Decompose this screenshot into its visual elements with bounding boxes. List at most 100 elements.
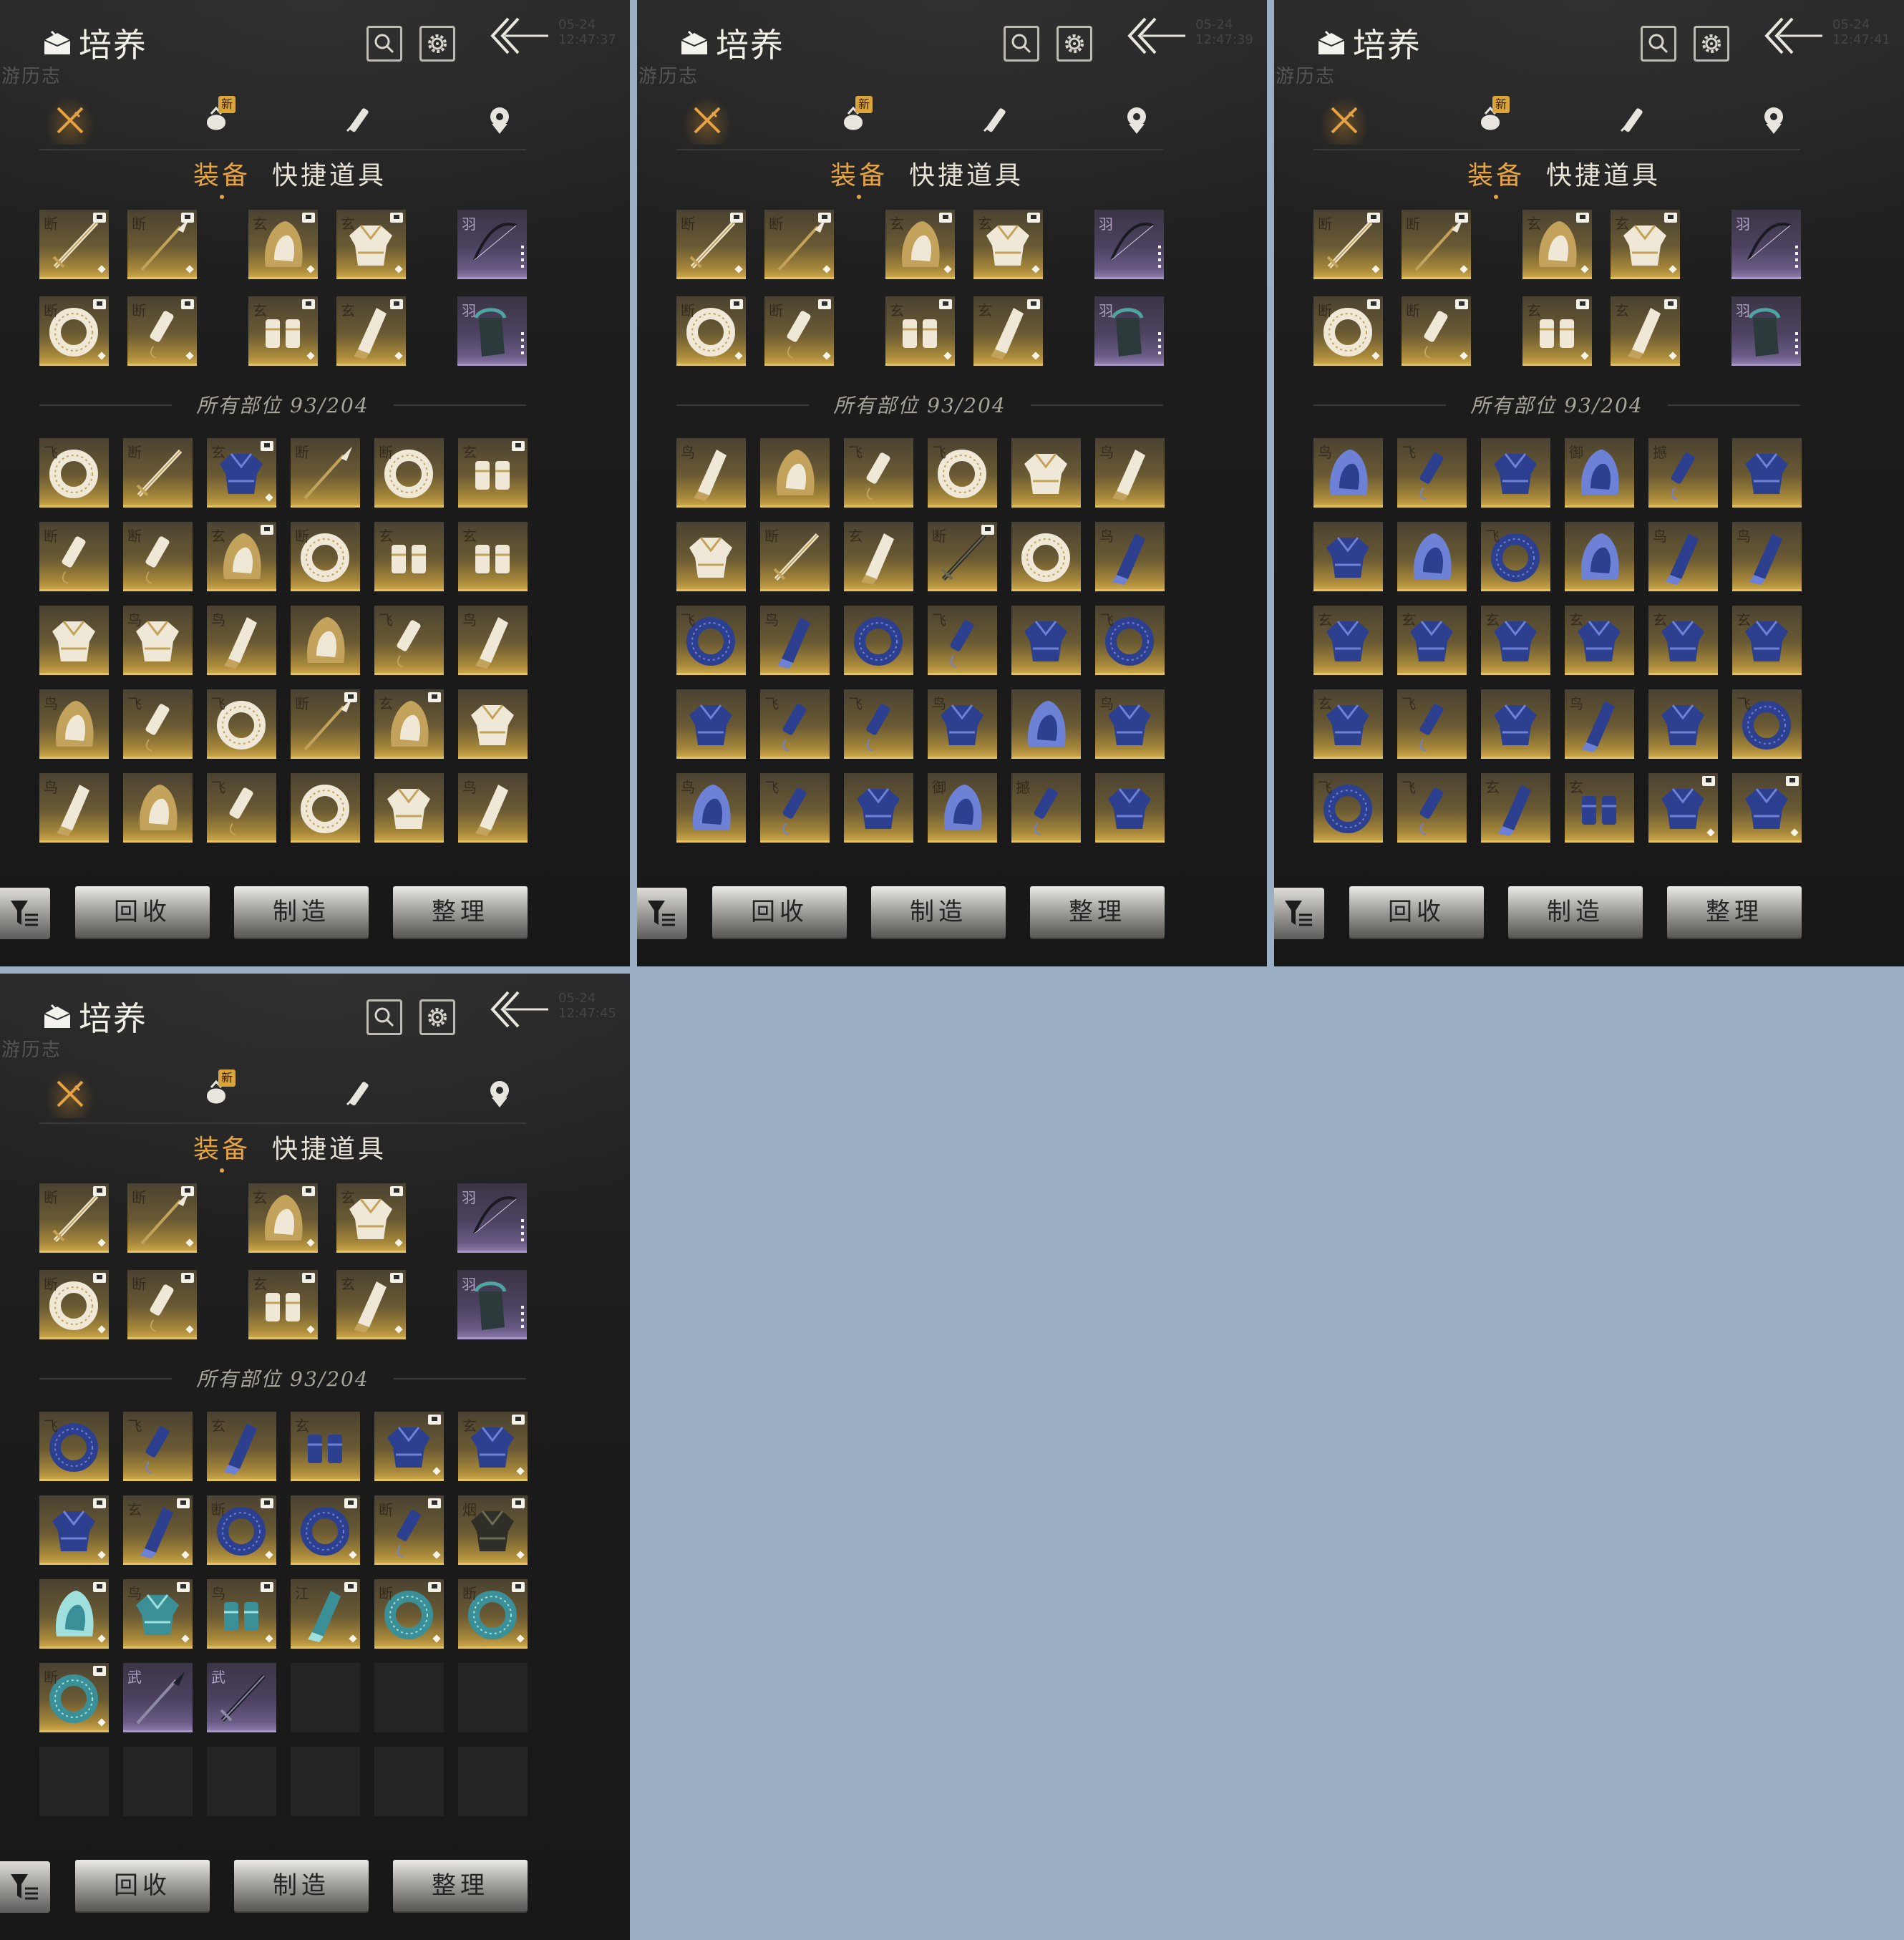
empty-slot[interactable] bbox=[458, 1747, 528, 1816]
recycle-button[interactable]: 回收 bbox=[75, 1860, 210, 1911]
item-slot[interactable]: 断 bbox=[928, 522, 997, 591]
item-slot[interactable]: 撼 bbox=[1011, 773, 1081, 843]
item-slot[interactable]: 飞 bbox=[123, 689, 193, 759]
equipped-slot[interactable]: 断 bbox=[39, 296, 109, 366]
tab-tokens[interactable] bbox=[475, 1070, 525, 1118]
equipped-slot[interactable]: 玄 bbox=[248, 296, 318, 366]
empty-slot[interactable] bbox=[207, 1747, 276, 1816]
equipped-slot[interactable]: 羽 bbox=[1731, 210, 1801, 279]
item-slot[interactable]: 玄 bbox=[207, 438, 276, 508]
item-slot[interactable] bbox=[1648, 773, 1718, 843]
equipped-slot[interactable]: 断 bbox=[127, 296, 197, 366]
item-slot[interactable]: 鸟 bbox=[1095, 522, 1165, 591]
back-arrow-icon[interactable] bbox=[487, 13, 551, 63]
equipped-slot[interactable]: 断 bbox=[39, 1183, 109, 1253]
tab-scrolls[interactable] bbox=[970, 96, 1020, 145]
empty-slot[interactable] bbox=[123, 1747, 193, 1816]
item-slot[interactable]: 玄 bbox=[1313, 606, 1383, 675]
item-slot[interactable] bbox=[39, 606, 109, 675]
item-slot[interactable]: 玄 bbox=[1732, 606, 1802, 675]
item-slot[interactable]: 鸟 bbox=[39, 773, 109, 843]
tab-materials[interactable]: 新 bbox=[191, 1070, 241, 1118]
item-slot[interactable]: 断 bbox=[39, 1663, 109, 1732]
item-slot[interactable]: 玄 bbox=[1397, 606, 1467, 675]
item-slot[interactable]: 玄 bbox=[1565, 773, 1634, 843]
tab-equipment[interactable]: 装备 bbox=[193, 155, 251, 199]
item-slot[interactable] bbox=[676, 689, 746, 759]
search-button[interactable] bbox=[1641, 26, 1676, 62]
equipped-slot[interactable]: 玄 bbox=[1611, 210, 1680, 279]
back-arrow-icon[interactable] bbox=[1761, 13, 1825, 63]
equipped-slot[interactable]: 断 bbox=[1402, 296, 1471, 366]
settings-button[interactable] bbox=[419, 999, 455, 1035]
item-slot[interactable]: 飞 bbox=[39, 1412, 109, 1481]
item-slot[interactable]: 飞 bbox=[207, 689, 276, 759]
settings-button[interactable] bbox=[1057, 26, 1092, 62]
tab-equipment[interactable]: 装备 bbox=[193, 1128, 251, 1173]
item-slot[interactable]: 飞 bbox=[844, 438, 913, 508]
item-slot[interactable]: 断 bbox=[374, 1495, 444, 1565]
item-slot[interactable]: 御 bbox=[1565, 438, 1634, 508]
equipped-slot[interactable]: 玄 bbox=[336, 1183, 406, 1253]
item-slot[interactable]: 飞 bbox=[676, 606, 746, 675]
recycle-button[interactable]: 回收 bbox=[712, 886, 847, 938]
tab-gear[interactable] bbox=[1319, 96, 1369, 145]
tab-gear[interactable] bbox=[682, 96, 732, 145]
item-slot[interactable] bbox=[844, 773, 913, 843]
sort-button[interactable]: 整理 bbox=[1667, 886, 1802, 938]
empty-slot[interactable] bbox=[374, 1663, 444, 1732]
equipped-slot[interactable]: 断 bbox=[127, 1270, 197, 1339]
item-slot[interactable]: 玄 bbox=[123, 1495, 193, 1565]
search-button[interactable] bbox=[366, 999, 402, 1035]
item-slot[interactable]: 断 bbox=[760, 522, 830, 591]
item-slot[interactable] bbox=[123, 773, 193, 843]
item-slot[interactable] bbox=[1095, 773, 1165, 843]
item-slot[interactable] bbox=[844, 606, 913, 675]
equipped-slot[interactable]: 玄 bbox=[885, 210, 955, 279]
filter-button[interactable] bbox=[637, 888, 687, 939]
filter-button[interactable] bbox=[0, 1861, 50, 1913]
item-slot[interactable]: 鸟 bbox=[1095, 438, 1165, 508]
item-slot[interactable]: 鸟 bbox=[928, 689, 997, 759]
item-slot[interactable]: 御 bbox=[928, 773, 997, 843]
equipped-slot[interactable]: 羽 bbox=[1094, 210, 1164, 279]
item-slot[interactable]: 鸟 bbox=[39, 689, 109, 759]
item-slot[interactable] bbox=[1732, 438, 1802, 508]
item-slot[interactable]: 玄 bbox=[1481, 773, 1550, 843]
tab-scrolls[interactable] bbox=[1607, 96, 1657, 145]
tab-scrolls[interactable] bbox=[333, 1070, 383, 1118]
item-slot[interactable] bbox=[1011, 606, 1081, 675]
equipped-slot[interactable]: 玄 bbox=[973, 296, 1043, 366]
item-slot[interactable]: 飞 bbox=[1397, 773, 1467, 843]
item-slot[interactable] bbox=[458, 689, 528, 759]
item-slot[interactable]: 撼 bbox=[1648, 438, 1718, 508]
item-slot[interactable]: 断 bbox=[291, 689, 360, 759]
item-slot[interactable]: 玄 bbox=[374, 522, 444, 591]
item-slot[interactable] bbox=[291, 1495, 360, 1565]
tab-materials[interactable]: 新 bbox=[828, 96, 878, 145]
equipped-slot[interactable]: 羽 bbox=[1731, 296, 1801, 366]
item-slot[interactable]: 玄 bbox=[1481, 606, 1550, 675]
item-slot[interactable]: 断 bbox=[291, 438, 360, 508]
empty-slot[interactable] bbox=[39, 1747, 109, 1816]
item-slot[interactable]: 鸟 bbox=[123, 1579, 193, 1649]
item-slot[interactable]: 飞 bbox=[207, 773, 276, 843]
item-slot[interactable]: 断 bbox=[458, 1579, 528, 1649]
item-slot[interactable]: 飞 bbox=[760, 689, 830, 759]
equipped-slot[interactable]: 玄 bbox=[336, 210, 406, 279]
empty-slot[interactable] bbox=[291, 1747, 360, 1816]
item-slot[interactable]: 鸟 bbox=[1095, 689, 1165, 759]
sort-button[interactable]: 整理 bbox=[393, 886, 528, 938]
item-slot[interactable]: 飞 bbox=[760, 773, 830, 843]
tab-materials[interactable]: 新 bbox=[1465, 96, 1515, 145]
item-slot[interactable]: 鸟 bbox=[1648, 522, 1718, 591]
craft-button[interactable]: 制造 bbox=[234, 1860, 369, 1911]
item-slot[interactable] bbox=[1313, 522, 1383, 591]
item-slot[interactable]: 飞 bbox=[1313, 773, 1383, 843]
tab-quick-items[interactable]: 快捷道具 bbox=[272, 155, 387, 192]
item-slot[interactable]: 玄 bbox=[458, 1412, 528, 1481]
item-slot[interactable]: 断 bbox=[291, 522, 360, 591]
equipped-slot[interactable]: 断 bbox=[676, 210, 746, 279]
item-slot[interactable]: 鸟 bbox=[676, 438, 746, 508]
equipped-slot[interactable]: 断 bbox=[39, 210, 109, 279]
